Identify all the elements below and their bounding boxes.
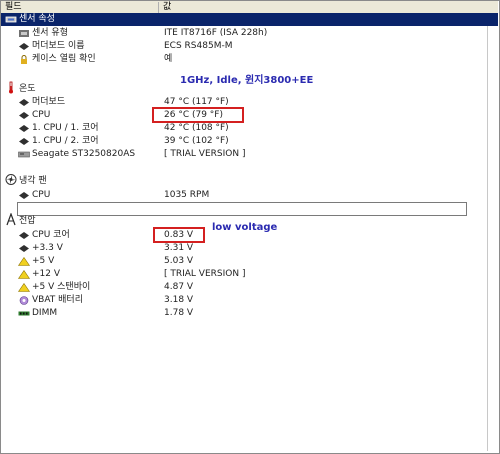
column-header-field[interactable]: 필드: [5, 1, 22, 13]
list-item[interactable]: CPU 26 °C (79 °F): [1, 109, 498, 122]
chip-icon: [18, 42, 30, 51]
memory-icon: [18, 309, 30, 318]
row-label: +5 V: [32, 256, 55, 266]
column-header-value[interactable]: 값: [163, 1, 171, 13]
group-temperature[interactable]: 온도: [1, 81, 498, 96]
group-title: 전압: [19, 216, 36, 226]
row-value: 3.31 V: [164, 243, 194, 253]
list-item[interactable]: CPU 1035 RPM: [1, 189, 498, 202]
list-item[interactable]: Seagate ST3250820AS [ TRIAL VERSION ]: [1, 148, 498, 161]
thermometer-icon: [5, 81, 17, 94]
row-label: DIMM: [32, 308, 58, 318]
list-item[interactable]: +5 V 스탠바이 4.87 V: [1, 281, 498, 294]
list-item[interactable]: +12 V [ TRIAL VERSION ]: [1, 268, 498, 281]
group-title: 냉각 팬: [19, 176, 47, 186]
warning-triangle-icon: [18, 270, 30, 279]
row-label: CPU: [32, 110, 51, 120]
row-label: 케이스 열림 확인: [32, 54, 96, 64]
list-item[interactable]: 머더보드 이름 ECS RS485M-M: [1, 40, 498, 53]
row-label: CPU: [32, 190, 51, 200]
row-value: 42 °C (108 °F): [164, 123, 229, 133]
row-value: ITE IT8716F (ISA 228h): [164, 28, 268, 38]
list-item[interactable]: 1. CPU / 1. 코어 42 °C (108 °F): [1, 122, 498, 135]
list-item[interactable]: +5 V 5.03 V: [1, 255, 498, 268]
chip-icon: [18, 231, 30, 240]
row-value: 39 °C (102 °F): [164, 136, 229, 146]
row-label: Seagate ST3250820AS: [32, 149, 136, 159]
row-value: 3.18 V: [164, 295, 194, 305]
fan-icon: [5, 174, 17, 185]
row-value: 예: [164, 54, 173, 64]
group-sensor-properties[interactable]: 센서 속성: [1, 13, 498, 26]
chip-icon: [18, 29, 30, 38]
chip-icon: [18, 137, 30, 146]
row-label: +5 V 스탠바이: [32, 282, 91, 292]
chip-icon: [18, 124, 30, 133]
row-value: 5.03 V: [164, 256, 194, 266]
row-value: ECS RS485M-M: [164, 41, 233, 51]
list-item[interactable]: 케이스 열림 확인 예: [1, 53, 498, 66]
highlight-box-cpu-voltage: [153, 227, 205, 243]
group-title: 온도: [19, 84, 36, 94]
list-item[interactable]: 머더보드 47 °C (117 °F): [1, 96, 498, 109]
empty-input-bar[interactable]: [17, 202, 467, 216]
row-label: 머더보드: [32, 97, 66, 107]
highlight-box-cpu-temp: [152, 107, 244, 123]
row-label: 1. CPU / 1. 코어: [32, 123, 99, 133]
row-value: 1.78 V: [164, 308, 194, 318]
hard-drive-icon: [18, 150, 30, 159]
list-item[interactable]: CPU 코어 0.83 V: [1, 229, 498, 242]
chip-icon: [18, 244, 30, 253]
chip-icon: [18, 98, 30, 107]
row-label: +12 V: [32, 269, 61, 279]
list-item[interactable]: VBAT 배터리 3.18 V: [1, 294, 498, 307]
row-label: 센서 유형: [32, 28, 68, 38]
row-label: CPU 코어: [32, 230, 70, 240]
group-title: 센서 속성: [19, 14, 55, 24]
group-cooling-fan[interactable]: 냉각 팬: [1, 174, 498, 188]
battery-icon: [18, 296, 30, 305]
warning-triangle-icon: [18, 283, 30, 292]
row-value: [ TRIAL VERSION ]: [164, 149, 246, 159]
chip-icon: [18, 191, 30, 200]
row-label: VBAT 배터리: [32, 295, 83, 305]
row-label: 머더보드 이름: [32, 41, 85, 51]
sensor-icon: [5, 15, 17, 24]
row-label: 1. CPU / 2. 코어: [32, 136, 99, 146]
voltage-icon: [5, 213, 17, 226]
row-value: 4.87 V: [164, 282, 194, 292]
column-divider[interactable]: [158, 2, 159, 13]
list-item[interactable]: 1. CPU / 2. 코어 39 °C (102 °F): [1, 135, 498, 148]
lock-icon: [18, 55, 30, 64]
list-item[interactable]: DIMM 1.78 V: [1, 307, 498, 320]
list-item[interactable]: +3.3 V 3.31 V: [1, 242, 498, 255]
chip-icon: [18, 111, 30, 120]
row-label: +3.3 V: [32, 243, 63, 253]
list-item[interactable]: 센서 유형 ITE IT8716F (ISA 228h): [1, 27, 498, 40]
row-value: 1035 RPM: [164, 190, 210, 200]
warning-triangle-icon: [18, 257, 30, 266]
row-value: [ TRIAL VERSION ]: [164, 269, 246, 279]
